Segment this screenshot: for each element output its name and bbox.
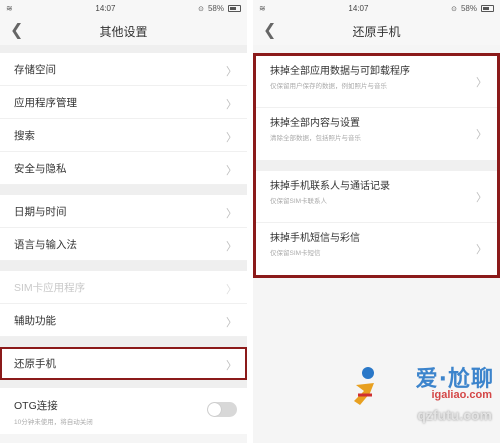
chevron-right-icon: 〉 [476, 192, 487, 204]
chevron-right-icon: 〉 [226, 317, 237, 329]
page-title: 还原手机 [352, 24, 401, 39]
wifi-icon: ≋ [259, 4, 266, 13]
menu-item-language[interactable]: 语言与输入法〉 [0, 228, 247, 261]
battery-percent: 58% [207, 4, 224, 13]
status-bar: ≋ 14:07 ⊙ 58% [0, 0, 247, 17]
watermark-url-secondary: qzfutu.com [417, 407, 492, 423]
nfc-icon: ⊙ [198, 5, 204, 13]
left-screen: ≋ 14:07 ⊙ 58% ❮ 其他设置 存储空间〉 应用程序管理〉 搜索〉 安… [0, 0, 247, 443]
title-bar: ❮ 还原手机 [253, 17, 500, 45]
back-arrow-icon[interactable]: ❮ [10, 22, 24, 40]
menu-item-date-time[interactable]: 日期与时间〉 [0, 195, 247, 228]
menu-item-app-manager[interactable]: 应用程序管理〉 [0, 86, 247, 119]
chevron-right-icon: 〉 [226, 360, 237, 372]
chevron-right-icon: 〉 [226, 132, 237, 144]
back-arrow-icon[interactable]: ❮ [263, 22, 277, 40]
chevron-right-icon: 〉 [476, 77, 487, 89]
menu-item-sim-apps: SIM卡应用程序〉 [0, 271, 247, 304]
otg-toggle[interactable] [207, 402, 237, 417]
chevron-right-icon: 〉 [226, 165, 237, 177]
battery-icon [228, 5, 241, 12]
nfc-icon: ⊙ [451, 5, 457, 13]
battery-icon [481, 5, 494, 12]
menu-item-storage[interactable]: 存储空间〉 [0, 53, 247, 86]
chevron-right-icon: 〉 [226, 99, 237, 111]
otg-description: 10分钟未使用，将自动关闭 [14, 419, 93, 426]
chevron-right-icon: 〉 [226, 241, 237, 253]
reset-option-contacts[interactable]: 抹掉手机联系人与通话记录 仅保留SIM卡联系人 〉 [256, 171, 497, 223]
reset-options-group: 抹掉全部应用数据与可卸载程序 仅保留用户保存的数据，例如照片与音乐 〉 抹掉全部… [253, 53, 500, 278]
watermark-url: igaliao.com [431, 389, 492, 401]
watermark-text: 爱·尬聊 [415, 367, 494, 392]
otg-setting: OTG连接 10分钟未使用，将自动关闭 [0, 388, 247, 434]
menu-item-accessibility[interactable]: 辅助功能〉 [0, 304, 247, 337]
menu-item-security[interactable]: 安全与隐私〉 [0, 152, 247, 185]
watermark: 爱·尬聊 igaliao.com qzfutu.com [330, 353, 500, 443]
wifi-icon: ≋ [6, 4, 13, 13]
chevron-right-icon: 〉 [476, 129, 487, 141]
chevron-right-icon: 〉 [226, 208, 237, 220]
battery-percent: 58% [460, 4, 477, 13]
status-time: 14:07 [95, 4, 116, 13]
reset-option-messages[interactable]: 抹掉手机短信与彩信 仅保留SIM卡短信 〉 [256, 223, 497, 275]
title-bar: ❮ 其他设置 [0, 17, 247, 45]
status-bar: ≋ 14:07 ⊙ 58% [253, 0, 500, 17]
watermark-logo-icon [354, 367, 374, 405]
otg-label: OTG连接 [14, 400, 58, 412]
chevron-right-icon: 〉 [226, 284, 237, 296]
chevron-right-icon: 〉 [226, 66, 237, 78]
menu-item-search[interactable]: 搜索〉 [0, 119, 247, 152]
toggle-knob [208, 403, 221, 416]
chevron-right-icon: 〉 [476, 244, 487, 256]
page-title: 其他设置 [99, 24, 148, 39]
reset-option-app-data[interactable]: 抹掉全部应用数据与可卸载程序 仅保留用户保存的数据，例如照片与音乐 〉 [256, 56, 497, 108]
right-screen: ≋ 14:07 ⊙ 58% ❮ 还原手机 抹掉全部应用数据与可卸载程序 仅保留用… [253, 0, 500, 443]
menu-item-reset-phone[interactable]: 还原手机〉 [0, 347, 247, 380]
status-time: 14:07 [348, 4, 369, 13]
reset-option-all-content[interactable]: 抹掉全部内容与设置 清除全部数据，包括照片与音乐 〉 [256, 108, 497, 160]
